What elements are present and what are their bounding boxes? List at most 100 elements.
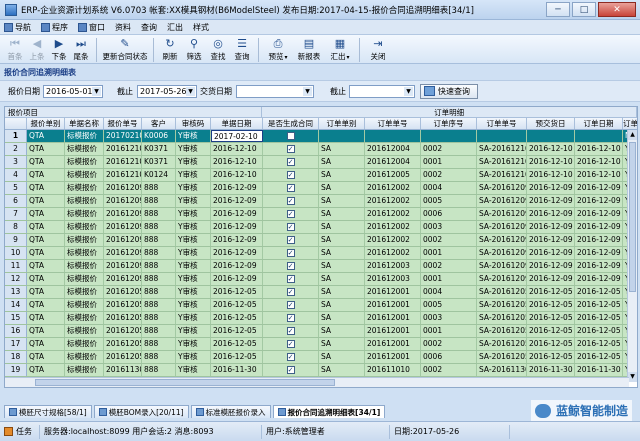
- toolbar-button-3[interactable]: ⏭ 尾条: [70, 35, 92, 64]
- table-cell[interactable]: 标模报价: [65, 221, 104, 233]
- table-cell[interactable]: 888: [142, 364, 176, 376]
- table-row[interactable]: 19QTA标模报价20161130001888Y审核2016-11-30✓SA2…: [5, 364, 637, 377]
- table-cell[interactable]: 标模报价: [65, 364, 104, 376]
- table-row[interactable]: 1QTA标模报价20170210001K0006Y审核2017-02-10N.未…: [5, 130, 637, 143]
- toolbar-button-7[interactable]: ◎ 查找: [206, 35, 230, 64]
- table-cell[interactable]: 888: [142, 299, 176, 311]
- contract-generated-checkbox-cell[interactable]: ✓: [263, 312, 319, 324]
- table-cell[interactable]: 20161209001: [104, 221, 142, 233]
- table-cell[interactable]: 2016-12-10: [211, 143, 263, 155]
- table-cell[interactable]: 2016-12-09: [211, 234, 263, 246]
- column-header[interactable]: 订单日期: [575, 118, 623, 129]
- row-number[interactable]: 19: [5, 364, 27, 376]
- table-cell[interactable]: 201612002: [365, 247, 421, 259]
- checkbox-checked-icon[interactable]: ✓: [286, 262, 295, 270]
- table-cell[interactable]: 标模报价: [65, 182, 104, 194]
- table-cell[interactable]: 888: [142, 286, 176, 298]
- table-cell[interactable]: 标模报价: [65, 247, 104, 259]
- table-row[interactable]: 2QTA标模报价20161210001K0371Y审核2016-12-10✓SA…: [5, 143, 637, 156]
- table-row[interactable]: 9QTA标模报价20161209001888Y审核2016-12-09✓SA20…: [5, 234, 637, 247]
- table-cell[interactable]: 201612004: [365, 156, 421, 168]
- row-number[interactable]: 8: [5, 221, 27, 233]
- table-cell[interactable]: 标模报价: [65, 143, 104, 155]
- table-cell[interactable]: 2016-12-05: [211, 325, 263, 337]
- table-row[interactable]: 6QTA标模报价20161209001888Y审核2016-12-09✓SA20…: [5, 195, 637, 208]
- table-cell[interactable]: 0002: [421, 234, 477, 246]
- table-cell[interactable]: QTA: [27, 312, 65, 324]
- toolbar-button-6[interactable]: ⚲ 筛选: [182, 35, 206, 64]
- table-cell[interactable]: 标模报价: [65, 234, 104, 246]
- table-cell[interactable]: 2016-12-09: [575, 182, 623, 194]
- table-cell[interactable]: Y审核: [176, 169, 211, 181]
- table-cell[interactable]: 888: [142, 182, 176, 194]
- table-row[interactable]: 18QTA标模报价20161205001888Y审核2016-12-05✓SA2…: [5, 351, 637, 364]
- table-cell[interactable]: Y审核: [176, 143, 211, 155]
- quote-date-to-picker[interactable]: 2017-05-26 ▼: [137, 84, 197, 98]
- table-cell[interactable]: Y审核: [176, 130, 211, 142]
- table-cell[interactable]: QTA: [27, 364, 65, 376]
- table-cell[interactable]: 2016-12-09: [527, 208, 575, 220]
- scroll-up-icon[interactable]: ▲: [628, 130, 637, 140]
- column-header[interactable]: 审核码: [176, 118, 211, 129]
- table-cell[interactable]: 0002: [421, 364, 477, 376]
- table-row[interactable]: 11QTA标模报价20161209002888Y审核2016-12-09✓SA2…: [5, 260, 637, 273]
- table-cell[interactable]: 888: [142, 351, 176, 363]
- checkbox-checked-icon[interactable]: ✓: [286, 184, 295, 192]
- checkbox-checked-icon[interactable]: ✓: [286, 236, 295, 244]
- checkbox-checked-icon[interactable]: ✓: [286, 158, 295, 166]
- table-cell[interactable]: Y审核: [176, 156, 211, 168]
- table-cell[interactable]: 2016-12-05: [527, 325, 575, 337]
- table-cell[interactable]: K0371: [142, 156, 176, 168]
- chevron-down-icon[interactable]: ▾: [284, 54, 287, 61]
- table-cell[interactable]: QTA: [27, 299, 65, 311]
- table-cell[interactable]: SA-20161205001: [477, 299, 527, 311]
- row-number[interactable]: 4: [5, 169, 27, 181]
- table-cell[interactable]: SA: [319, 221, 365, 233]
- table-cell[interactable]: [527, 130, 575, 142]
- table-cell[interactable]: 201612001: [365, 338, 421, 350]
- table-cell[interactable]: 20161209001: [104, 195, 142, 207]
- chevron-down-icon[interactable]: ▾: [346, 54, 349, 61]
- table-row[interactable]: 13QTA标模报价20161205001888Y审核2016-12-05✓SA2…: [5, 286, 637, 299]
- table-cell[interactable]: 2016-12-05: [527, 351, 575, 363]
- contract-generated-checkbox-cell[interactable]: ✓: [263, 247, 319, 259]
- table-cell[interactable]: 标模报价: [65, 338, 104, 350]
- table-cell[interactable]: 201612001: [365, 312, 421, 324]
- column-header[interactable]: 报价单号: [104, 118, 142, 129]
- table-cell[interactable]: 2016-12-09: [527, 195, 575, 207]
- table-cell[interactable]: 0001: [421, 156, 477, 168]
- table-cell[interactable]: Y审核: [176, 299, 211, 311]
- table-cell[interactable]: SA-20161209003: [477, 260, 527, 272]
- row-number[interactable]: 5: [5, 182, 27, 194]
- table-cell[interactable]: 201612001: [365, 325, 421, 337]
- table-cell[interactable]: K0124: [142, 169, 176, 181]
- table-row[interactable]: 7QTA标模报价20161209001888Y审核2016-12-09✓SA20…: [5, 208, 637, 221]
- table-cell[interactable]: 2016-12-09: [575, 273, 623, 285]
- task-button[interactable]: 任务: [0, 424, 40, 439]
- table-cell[interactable]: 201612001: [365, 351, 421, 363]
- table-cell[interactable]: 201612002: [365, 234, 421, 246]
- chevron-down-icon[interactable]: ▼: [303, 86, 312, 96]
- table-cell[interactable]: 201612002: [365, 221, 421, 233]
- table-cell[interactable]: Y审核: [176, 260, 211, 272]
- table-cell[interactable]: [477, 130, 527, 142]
- table-row[interactable]: 10QTA标模报价20161209001888Y审核2016-12-09✓SA2…: [5, 247, 637, 260]
- contract-generated-checkbox-cell[interactable]: ✓: [263, 208, 319, 220]
- contract-generated-checkbox-cell[interactable]: ✓: [263, 156, 319, 168]
- table-cell[interactable]: 201612002: [365, 195, 421, 207]
- table-cell[interactable]: QTA: [27, 234, 65, 246]
- table-cell[interactable]: SA-20161209002: [477, 234, 527, 246]
- table-cell[interactable]: 2016-11-30: [211, 364, 263, 376]
- table-row[interactable]: 8QTA标模报价20161209001888Y审核2016-12-09✓SA20…: [5, 221, 637, 234]
- table-cell[interactable]: 0004: [421, 182, 477, 194]
- table-cell[interactable]: 20161209001: [104, 182, 142, 194]
- table-cell[interactable]: 888: [142, 325, 176, 337]
- table-cell[interactable]: 2016-12-09: [575, 260, 623, 272]
- column-header[interactable]: 客户: [142, 118, 176, 129]
- table-cell[interactable]: 2016-12-09: [527, 260, 575, 272]
- table-cell[interactable]: QTA: [27, 169, 65, 181]
- quote-date-from-picker[interactable]: 2016-05-01 ▼: [43, 84, 103, 98]
- contract-generated-checkbox-cell[interactable]: ✓: [263, 221, 319, 233]
- table-cell[interactable]: 2016-12-09: [211, 195, 263, 207]
- table-cell[interactable]: [575, 130, 623, 142]
